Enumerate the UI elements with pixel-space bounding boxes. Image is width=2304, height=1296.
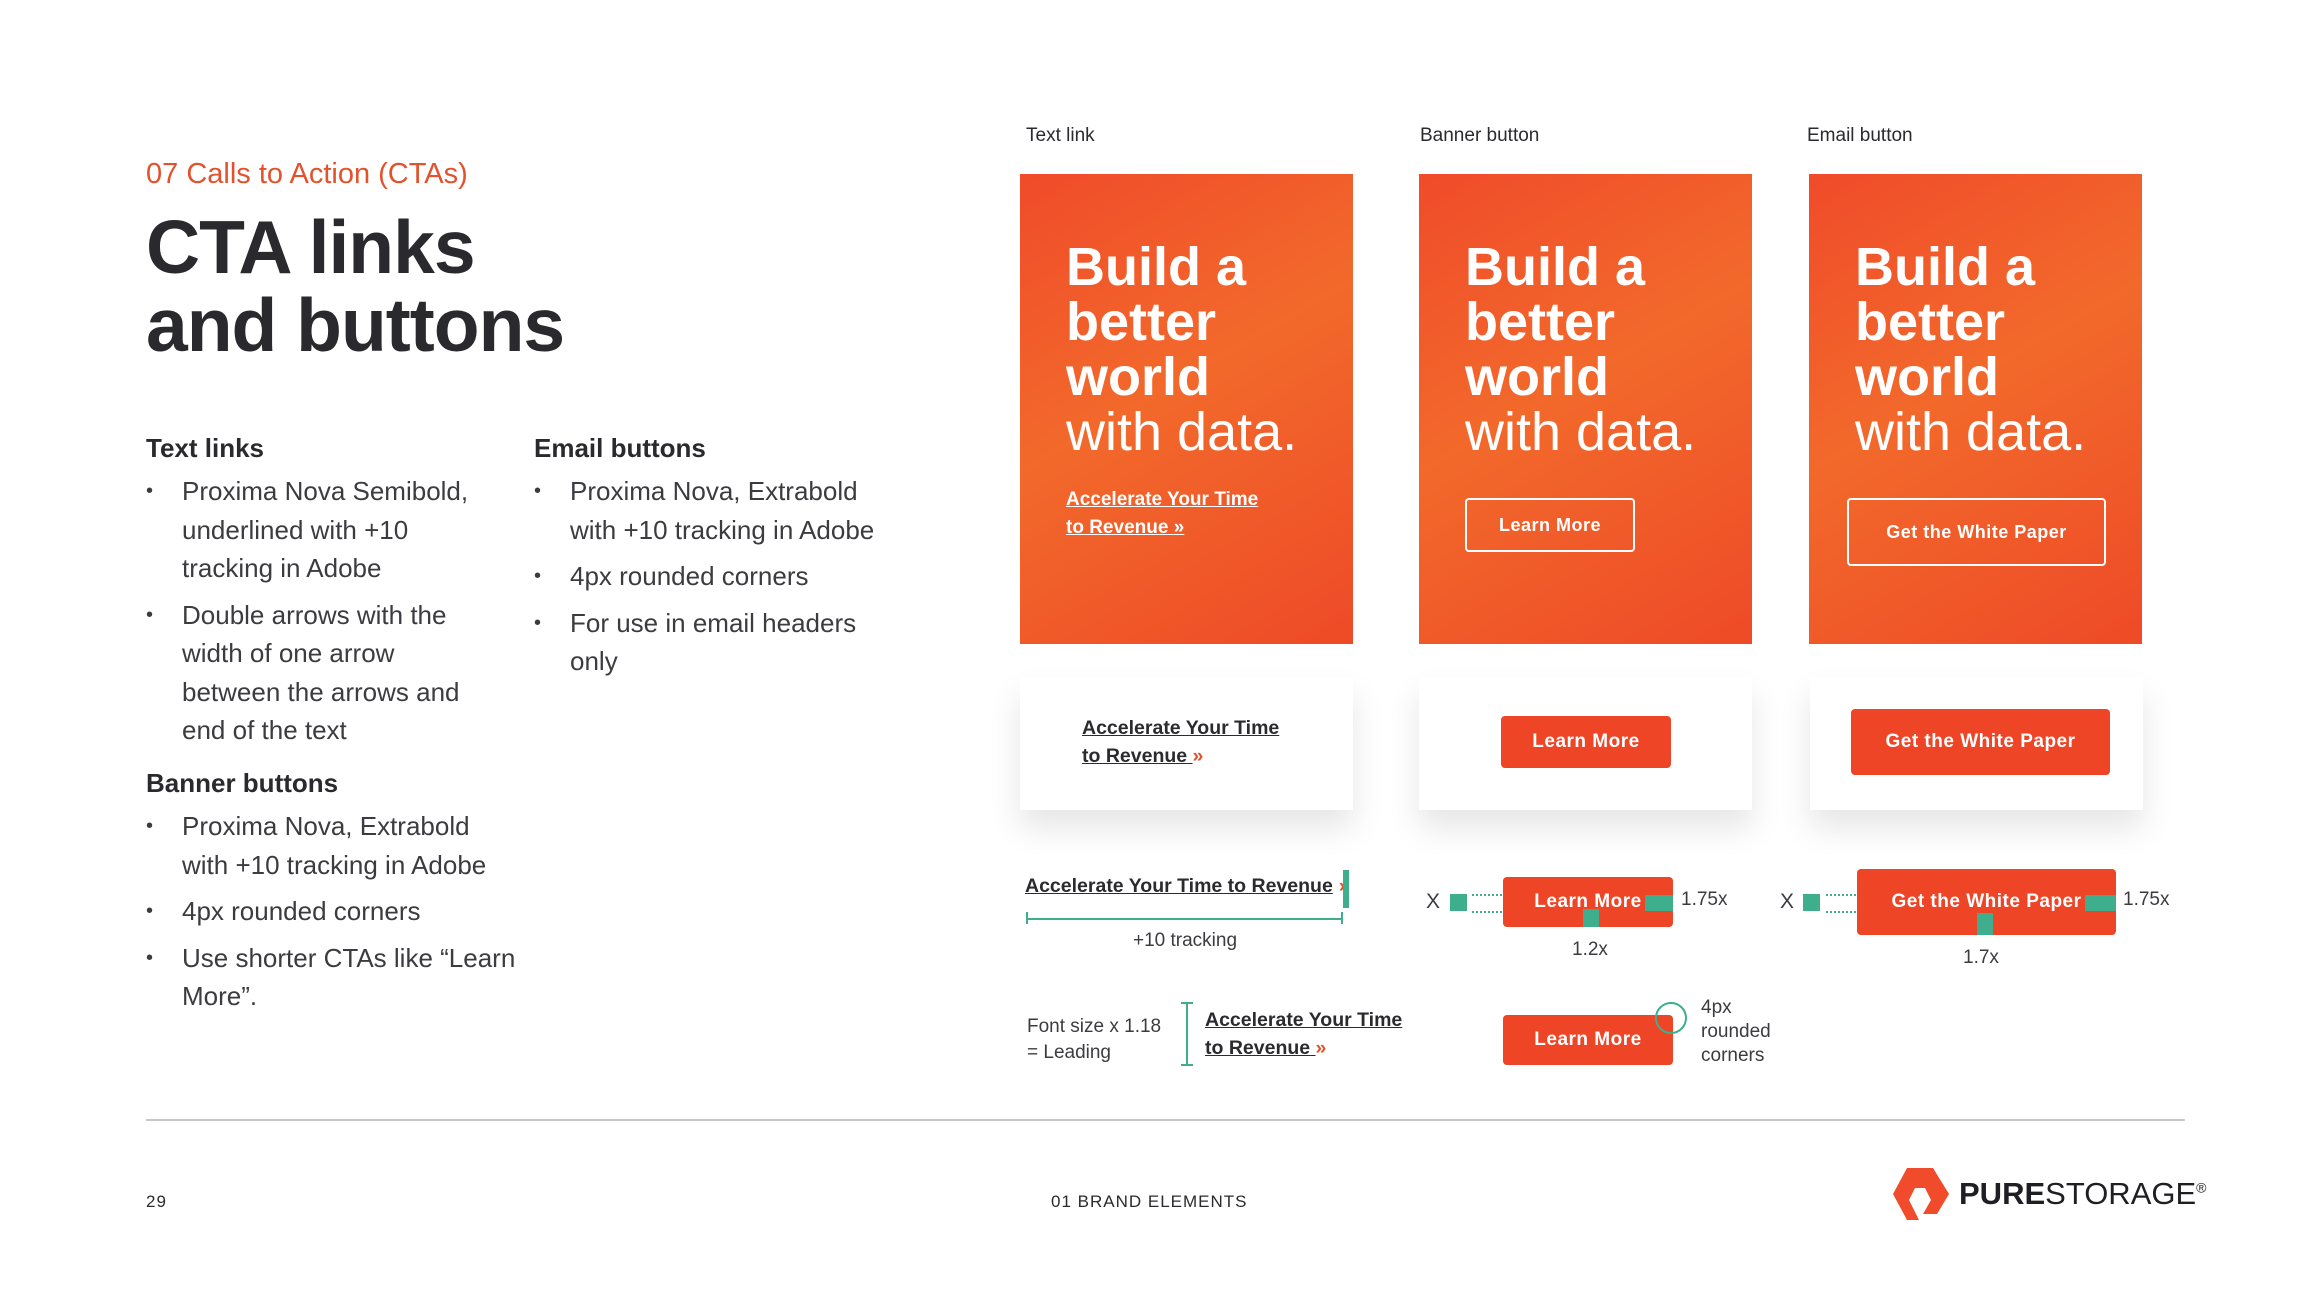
leading-measure-line	[1186, 1002, 1188, 1066]
banner-ratio-vertical: 1.2x	[1572, 939, 1608, 960]
leading-measure-tick	[1181, 1002, 1193, 1004]
card-headline-line: better	[1465, 292, 1616, 352]
rounded-annotation-line: corners	[1701, 1045, 1765, 1066]
card-headline-line: Build a	[1855, 237, 2036, 297]
title-line-2: and buttons	[146, 283, 565, 367]
card-headline: Build a better world with data.	[1066, 240, 1297, 460]
text-link-column-label: Text link	[1026, 125, 1095, 146]
card-headline-line: with data.	[1465, 402, 1697, 462]
tracking-demo-link[interactable]: Accelerate Your Time to Revenue»	[1025, 872, 1350, 900]
horizontal-padding-marker	[1645, 895, 1673, 911]
leading-demo-link[interactable]: Accelerate Your Time to Revenue »	[1205, 1006, 1402, 1062]
email-ratio-horizontal: 1.75x	[2123, 889, 2170, 910]
card-headline-line: with data.	[1066, 402, 1298, 462]
x-unit-label: X	[1780, 890, 1795, 913]
vertical-padding-marker	[1583, 909, 1599, 927]
card-headline-line: world	[1855, 347, 1999, 407]
chapter-label: 01 BRAND ELEMENTS	[1051, 1192, 1248, 1211]
email-ratio-vertical: 1.7x	[1963, 947, 1999, 968]
card-headline-line: better	[1066, 292, 1217, 352]
list-item: Proxima Nova Semibold, underlined with +…	[146, 472, 496, 588]
rounded-annotation-line: rounded	[1701, 1021, 1771, 1042]
title-line-1: CTA links	[146, 205, 476, 289]
pure-storage-logo-icon	[1893, 1168, 1949, 1220]
card-headline-line: Build a	[1066, 237, 1247, 297]
horizontal-padding-marker	[2085, 895, 2116, 911]
banner-buttons-heading: Banner buttons	[146, 768, 339, 798]
logo-bold-text: PURE	[1959, 1176, 2046, 1211]
text-link-line: to Revenue	[1082, 745, 1188, 767]
email-button-card: Build a better world with data. Get the …	[1809, 174, 2142, 644]
list-item: 4px rounded corners	[534, 557, 894, 596]
list-item: Double arrows with the width of one arro…	[146, 596, 496, 750]
pure-storage-wordmark: PURESTORAGE®	[1959, 1176, 2207, 1212]
double-arrow-icon: »	[1173, 517, 1185, 538]
arrow-spacing-marker	[1343, 870, 1349, 908]
learn-more-button[interactable]: Learn More	[1501, 716, 1671, 768]
card-headline-line: world	[1066, 347, 1210, 407]
tracking-annotation: +10 tracking	[1133, 930, 1238, 951]
text-link-banner-card: Build a better world with data. Accelera…	[1020, 174, 1353, 644]
text-link-line: Accelerate Your Time	[1082, 717, 1280, 739]
email-buttons-list: Proxima Nova, Extrabold with +10 trackin…	[534, 472, 894, 689]
double-arrow-icon: »	[1192, 745, 1204, 767]
x-unit-swatch	[1803, 894, 1820, 911]
leading-measure-tick	[1181, 1064, 1193, 1066]
card-text-link-line: to Revenue	[1066, 517, 1169, 538]
x-unit-swatch	[1450, 894, 1467, 911]
list-item: For use in email headers only	[534, 604, 894, 681]
list-item: Use shorter CTAs like “Learn More”.	[146, 939, 516, 1016]
double-arrow-icon: »	[1315, 1037, 1327, 1059]
card-headline: Build a better world with data.	[1855, 240, 2086, 460]
section-label: 07 Calls to Action (CTAs)	[146, 158, 468, 190]
page-title: CTA links and buttons	[146, 205, 565, 367]
footer-divider	[146, 1119, 2185, 1121]
text-link-white-card: Accelerate Your Time to Revenue »	[1020, 677, 1353, 810]
tracking-measure-tick	[1026, 912, 1028, 924]
card-headline-line: world	[1465, 347, 1609, 407]
x-unit-guide	[1472, 894, 1502, 913]
email-buttons-heading: Email buttons	[534, 433, 706, 463]
tracking-demo-text: Accelerate Your Time to Revenue	[1025, 875, 1333, 897]
leading-annotation-line: = Leading	[1027, 1042, 1111, 1063]
vertical-padding-marker	[1977, 913, 1993, 935]
card-headline-line: better	[1855, 292, 2006, 352]
card-headline-line: Build a	[1465, 237, 1646, 297]
card-text-link-line: Accelerate Your Time	[1066, 489, 1259, 510]
accelerate-text-link[interactable]: Accelerate Your Time to Revenue »	[1082, 714, 1279, 770]
card-text-link[interactable]: Accelerate Your Time to Revenue »	[1066, 486, 1258, 542]
learn-more-rounded-button[interactable]: Learn More	[1503, 1015, 1673, 1065]
x-unit-guide	[1826, 894, 1856, 913]
banner-buttons-list: Proxima Nova, Extrabold with +10 trackin…	[146, 807, 516, 1024]
list-item: 4px rounded corners	[146, 892, 516, 931]
rounded-corners-annotation: 4px rounded corners	[1701, 996, 1771, 1068]
leading-annotation: Font size x 1.18 = Leading	[1027, 1014, 1161, 1066]
text-link-line: Accelerate Your Time	[1205, 1009, 1403, 1031]
page-number: 29	[146, 1192, 167, 1211]
banner-button-column-label: Banner button	[1420, 125, 1540, 146]
leading-annotation-line: Font size x 1.18	[1027, 1016, 1162, 1037]
card-headline: Build a better world with data.	[1465, 240, 1696, 460]
card-headline-line: with data.	[1855, 402, 2087, 462]
text-links-heading: Text links	[146, 433, 265, 463]
x-unit-label: X	[1426, 890, 1441, 913]
email-white-card: Get the White Paper	[1810, 677, 2143, 810]
banner-ratio-horizontal: 1.75x	[1681, 889, 1728, 910]
text-links-list: Proxima Nova Semibold, underlined with +…	[146, 472, 496, 758]
rounded-corner-marker	[1655, 1002, 1687, 1034]
rounded-annotation-line: 4px	[1701, 997, 1732, 1018]
white-paper-button[interactable]: Get the White Paper	[1851, 709, 2110, 775]
tracking-measure-tick	[1341, 912, 1343, 924]
email-button-column-label: Email button	[1807, 125, 1913, 146]
learn-more-outline-button[interactable]: Learn More	[1465, 498, 1635, 552]
registered-mark: ®	[2196, 1179, 2207, 1196]
white-paper-outline-button[interactable]: Get the White Paper	[1847, 498, 2106, 566]
tracking-measure-line	[1026, 918, 1342, 920]
list-item: Proxima Nova, Extrabold with +10 trackin…	[534, 472, 894, 549]
list-item: Proxima Nova, Extrabold with +10 trackin…	[146, 807, 516, 884]
banner-button-card: Build a better world with data. Learn Mo…	[1419, 174, 1752, 644]
text-link-line: to Revenue	[1205, 1037, 1311, 1059]
logo-light-text: STORAGE	[2045, 1176, 2197, 1211]
banner-white-card: Learn More	[1419, 677, 1752, 810]
